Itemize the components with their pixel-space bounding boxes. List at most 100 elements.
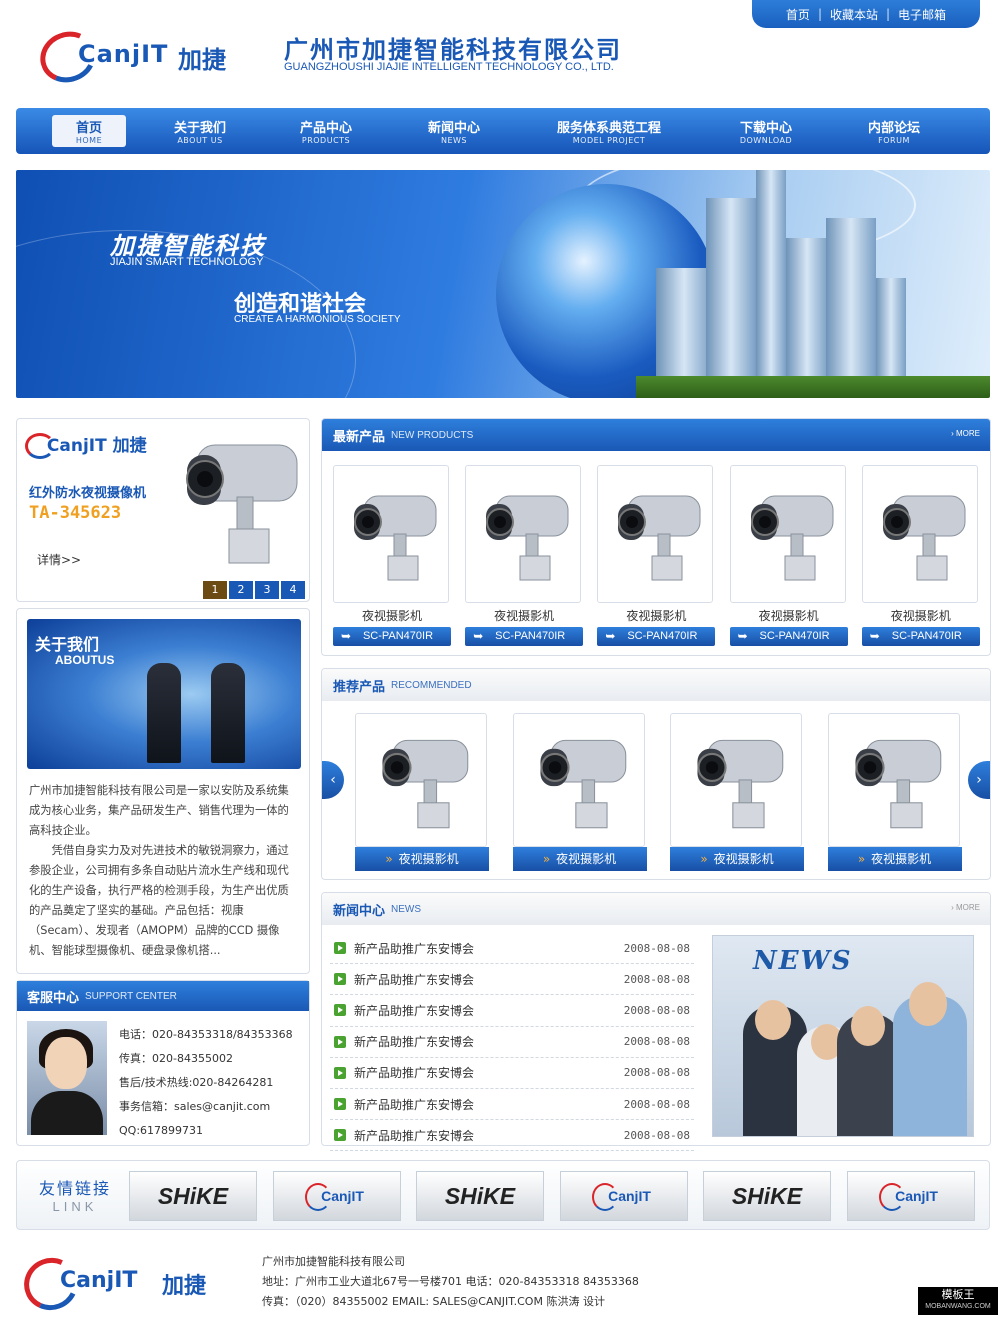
friendly-link-logo[interactable]: SHiKE (129, 1171, 257, 1221)
play-bullet-icon (334, 1098, 346, 1111)
product-image-frame[interactable] (465, 465, 582, 603)
recommended-card[interactable]: » 夜视摄影机 (827, 713, 962, 871)
product-image-frame[interactable] (729, 465, 846, 603)
top-link-home[interactable]: 首页 (786, 6, 810, 23)
news-item-title[interactable]: 新产品助推广东安博会 (354, 1127, 624, 1144)
news-item-title[interactable]: 新产品助推广东安博会 (354, 1064, 624, 1081)
recommended-product-button[interactable]: » 夜视摄影机 (512, 847, 647, 871)
recommended-product-name: 夜视摄影机 (398, 852, 459, 866)
product-model: SC-PAN470IR (891, 630, 962, 642)
friendly-link-text: SHiKE (444, 1182, 516, 1209)
nav-home[interactable]: 首页 HOME (52, 115, 126, 147)
recommended-product-button[interactable]: » 夜视摄影机 (827, 847, 962, 871)
recommended-card[interactable]: » 夜视摄影机 (512, 713, 647, 871)
news-item[interactable]: 新产品助推广东安博会 2008-08-08 (330, 933, 694, 965)
handshake-image[interactable]: 关于我们 ABOUTUS (27, 619, 301, 769)
friendly-link-text: CanjIT (592, 1183, 651, 1211)
product-image-frame[interactable] (670, 713, 802, 847)
product-card[interactable]: 夜视摄影机 ➥ SC-PAN470IR (597, 465, 716, 646)
news-photo[interactable]: NEWS (712, 935, 974, 1137)
nav-download[interactable]: 下载中心 DOWNLOAD (736, 115, 796, 147)
news-item[interactable]: 新产品助推广东安博会 2008-08-08 (330, 1120, 694, 1152)
product-image-frame[interactable] (597, 465, 714, 603)
friendly-link-logo[interactable]: SHiKE (703, 1171, 831, 1221)
product-card[interactable]: 夜视摄影机 ➥ SC-PAN470IR (729, 465, 848, 646)
product-name: 夜视摄影机 (494, 609, 555, 623)
promo-details-link[interactable]: 详情>> (37, 551, 81, 568)
logo-latin-text: CanjIT (78, 40, 169, 68)
news-item[interactable]: 新产品助推广东安博会 2008-08-08 (330, 1058, 694, 1089)
footer-logo-cn: 加捷 (162, 1274, 207, 1299)
friendly-link-logo[interactable]: CanjIT (846, 1171, 975, 1221)
product-image-frame[interactable] (333, 465, 449, 603)
product-card[interactable]: 夜视摄影机 ➥ SC-PAN470IR (861, 465, 980, 646)
support-title-en: SUPPORT CENTER (85, 990, 177, 1002)
logo-cn-text: 加捷 (178, 46, 226, 74)
nav-forum[interactable]: 内部论坛 FORUM (864, 115, 924, 147)
recommended-card[interactable]: » 夜视摄影机 (670, 713, 804, 871)
product-model-button[interactable]: ➥ SC-PAN470IR (597, 627, 716, 646)
pager-page-button[interactable]: 4 (281, 581, 305, 599)
product-image-frame[interactable] (355, 713, 487, 847)
news-item-title[interactable]: 新产品助推广东安博会 (354, 971, 624, 988)
product-image-frame[interactable] (827, 713, 960, 847)
camera-image (618, 495, 701, 581)
product-model-button[interactable]: ➥ SC-PAN470IR (729, 627, 848, 646)
carousel-prev-arrow-icon[interactable]: ‹ (322, 761, 344, 799)
product-model-button[interactable]: ➥ SC-PAN470IR (465, 627, 584, 646)
friendly-links-bar: 友情链接 LINK SHiKE CanjIT SHiKE CanjIT SHiKE Can… (16, 1160, 990, 1230)
recommended-card[interactable]: » 夜视摄影机 (355, 713, 489, 871)
pager-page-button[interactable]: 1 (203, 581, 227, 599)
promo-logo-cn: 加捷 (112, 436, 147, 456)
recommended-product-button[interactable]: » 夜视摄影机 (355, 847, 489, 871)
product-card[interactable]: 夜视摄影机 ➥ SC-PAN470IR (333, 465, 451, 646)
news-item[interactable]: 新产品助推广东安博会 2008-08-08 (330, 1027, 694, 1058)
building-image (786, 238, 828, 398)
pager-page-button[interactable]: 3 (255, 581, 279, 599)
news-item-title[interactable]: 新产品助推广东安博会 (354, 1002, 624, 1019)
product-model-button[interactable]: ➥ SC-PAN470IR (333, 627, 451, 646)
camera-image (854, 739, 941, 829)
pager-page-button[interactable]: 2 (229, 581, 253, 599)
footer-fax-email: 传真：（020）84355002 EMAIL: SALES@CANJIT.COM… (262, 1295, 605, 1308)
friendly-link-logo[interactable]: CanjIT (272, 1171, 401, 1221)
arrow-right-icon: ➥ (473, 629, 484, 643)
nav-model-project[interactable]: 服务体系典范工程 MODEL PROJECT (550, 115, 668, 147)
arrow-right-icon: ➥ (605, 629, 616, 643)
new-products-header: 最新产品 NEW PRODUCTS › MORE (322, 419, 990, 451)
news-item-title[interactable]: 新产品助推广东安博会 (354, 1096, 624, 1113)
product-model-button[interactable]: ➥ SC-PAN470IR (861, 627, 980, 646)
nav-products[interactable]: 产品中心 PRODUCTS (296, 115, 356, 147)
support-agent-avatar (27, 1021, 107, 1135)
carousel-next-arrow-icon[interactable]: › (968, 761, 990, 799)
hero-banner: 加捷智能科技 JIAJIN SMART TECHNOLOGY 创造和谐社会 CR… (16, 170, 990, 398)
news-item-title[interactable]: 新产品助推广东安博会 (354, 1033, 624, 1050)
support-email[interactable]: 事务信箱：sales@canjit.com (119, 1095, 293, 1119)
news-more-link[interactable]: › MORE (951, 903, 980, 912)
about-paragraph: 凭借自身实力及对先进技术的敏锐洞察力，通过参股企业，公司拥有多条自动贴片流水生产… (29, 844, 289, 957)
promo-pager: 1234 (203, 581, 305, 599)
product-image-frame[interactable] (861, 465, 978, 603)
friendly-link-logo[interactable]: CanjIT (559, 1171, 688, 1221)
support-title: 客服中心 (27, 990, 80, 1006)
news-item[interactable]: 新产品助推广东安博会 2008-08-08 (330, 995, 694, 1027)
top-link-email[interactable]: 电子邮箱 (898, 6, 946, 23)
product-card[interactable]: 夜视摄影机 ➥ SC-PAN470IR (465, 465, 584, 646)
site-logo[interactable]: CanjIT 加捷 (33, 23, 260, 91)
news-item-title[interactable]: 新产品助推广东安博会 (354, 940, 624, 957)
product-image-frame[interactable] (512, 713, 645, 847)
recommended-product-button[interactable]: » 夜视摄影机 (670, 847, 804, 871)
play-bullet-icon (334, 1004, 346, 1017)
recommended-product-name: 夜视摄影机 (871, 852, 932, 866)
nav-about[interactable]: 关于我们 ABOUT US (170, 115, 230, 147)
promo-logo-latin: CanjIT (46, 436, 107, 456)
news-item[interactable]: 新产品助推广东安博会 2008-08-08 (330, 1089, 694, 1121)
watermark-en: MOBANWANG.COM (925, 1303, 991, 1310)
new-products-more-link[interactable]: › MORE (951, 429, 980, 438)
friendly-link-logo[interactable]: SHiKE (416, 1171, 544, 1221)
nav-news[interactable]: 新闻中心 NEWS (424, 115, 484, 147)
top-link-bookmark[interactable]: 收藏本站 (830, 6, 878, 23)
banner-title-en: JIAJIN SMART TECHNOLOGY (110, 256, 264, 268)
building-image (826, 218, 876, 398)
news-item[interactable]: 新产品助推广东安博会 2008-08-08 (330, 964, 694, 996)
